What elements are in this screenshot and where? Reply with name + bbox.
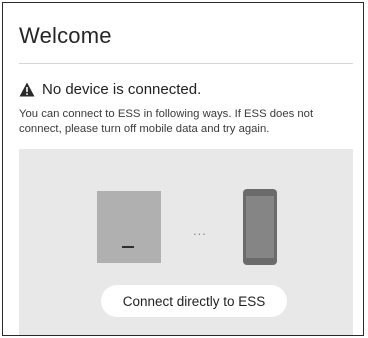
- connect-directly-button[interactable]: Connect directly to ESS: [101, 285, 287, 317]
- welcome-screen: Welcome No device is connected. You can …: [2, 2, 364, 336]
- ess-indicator: [122, 246, 134, 248]
- warning-icon: [19, 82, 35, 97]
- header-divider: [19, 63, 353, 64]
- connection-instructions: You can connect to ESS in following ways…: [19, 108, 314, 135]
- phone-screen: [246, 196, 274, 258]
- phone-icon: [243, 189, 277, 265]
- connection-dots: ...: [193, 223, 207, 238]
- ess-device-icon: [97, 191, 161, 263]
- page-title: Welcome: [19, 23, 112, 48]
- connection-panel: ... Connect directly to ESS: [19, 149, 353, 335]
- connection-status: No device is connected.: [19, 79, 201, 99]
- status-message: No device is connected.: [42, 80, 202, 98]
